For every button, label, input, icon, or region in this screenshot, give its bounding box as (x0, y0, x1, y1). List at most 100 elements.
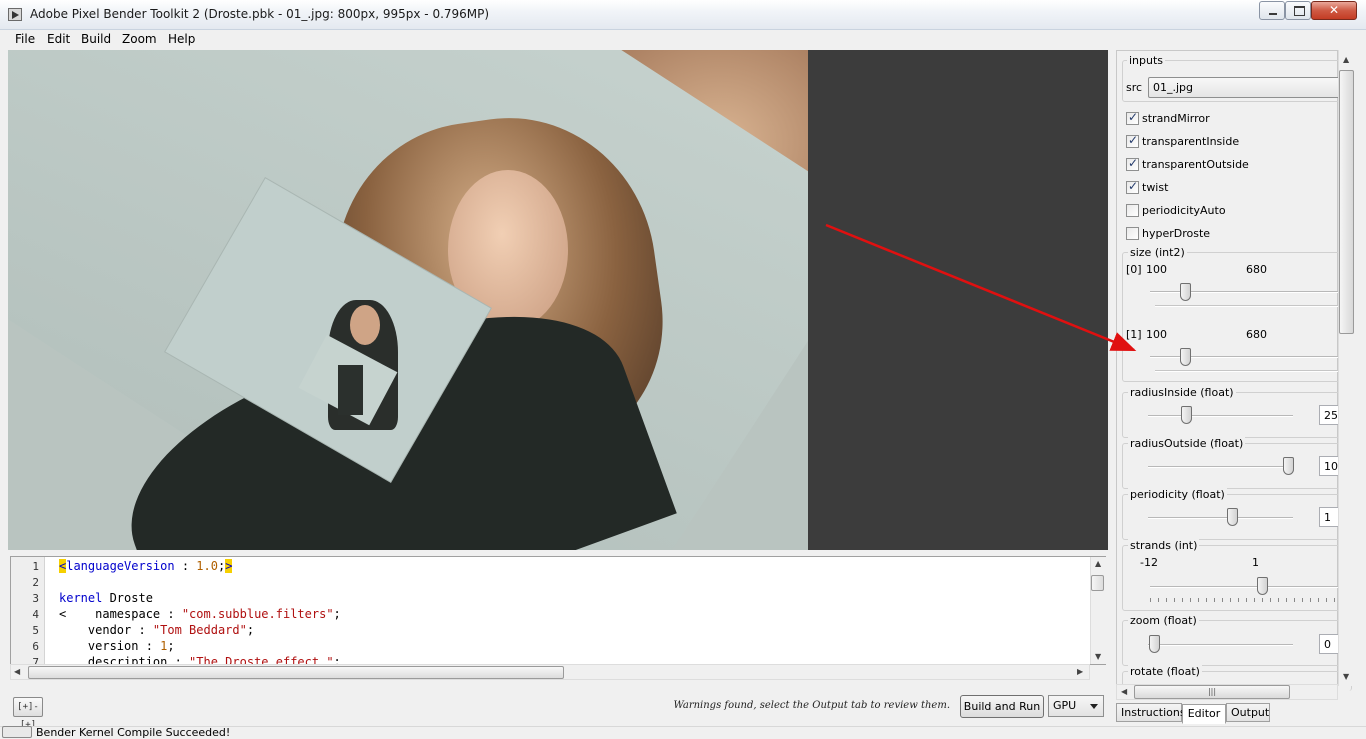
checkbox-periodicityAuto[interactable] (1126, 204, 1139, 217)
checkbox-twist[interactable] (1126, 179, 1139, 194)
strands-slider-track (1150, 586, 1350, 588)
scroll-down-icon[interactable]: ▼ (1343, 672, 1349, 681)
strands-slider-thumb[interactable] (1257, 577, 1268, 595)
src-label: src (1126, 81, 1143, 94)
editor-vertical-scrollbar[interactable]: ▲ ▼ (1090, 557, 1106, 664)
radiusInside-slider-thumb[interactable] (1181, 406, 1192, 424)
code-token: vendor : (59, 623, 153, 637)
close-button[interactable] (1311, 1, 1357, 20)
slider-groove (1155, 305, 1350, 307)
code-line[interactable]: <languageVersion : 1.0;> (59, 559, 233, 573)
droste-output-image (8, 50, 808, 550)
tab-output[interactable]: Output (1226, 703, 1270, 722)
checkbox-label: hyperDroste (1142, 227, 1211, 240)
build-and-run-button[interactable]: Build and Run (960, 695, 1044, 718)
line-number: 3 (32, 592, 39, 605)
image-viewer[interactable] (8, 50, 1108, 550)
editor-horizontal-scroll-thumb[interactable] (28, 666, 564, 679)
warning-message: Warnings found, select the Output tab to… (673, 700, 950, 711)
status-text: Bender Kernel Compile Succeeded! (36, 726, 231, 739)
editor-vertical-scroll-thumb[interactable] (1091, 575, 1104, 591)
menu-edit[interactable]: Edit (47, 32, 70, 46)
scroll-left-icon[interactable]: ◀ (1121, 687, 1127, 696)
line-number: 5 (32, 624, 39, 637)
checkbox-transparentInside[interactable] (1126, 133, 1139, 148)
checkbox-transparentOutside[interactable] (1126, 156, 1139, 171)
menu-zoom[interactable]: Zoom (122, 32, 157, 46)
checkbox-label: twist (1142, 181, 1169, 194)
radiusInside-label: radiusInside (float) (1128, 386, 1236, 399)
periodicity-slider-track (1148, 517, 1293, 519)
line-number-gutter: 1234567 (11, 557, 45, 664)
code-token: languageVersion (66, 559, 175, 573)
size-label: size (int2) (1128, 246, 1187, 259)
slider-thumb[interactable] (1180, 348, 1191, 366)
tab-instructions[interactable]: Instructions (1116, 703, 1186, 722)
menu-file[interactable]: File (15, 32, 35, 46)
strands-min: -12 (1140, 556, 1158, 569)
maximize-button[interactable] (1285, 1, 1311, 20)
code-token: "com.subblue.filters" (181, 607, 334, 621)
size-max: 680 (1246, 263, 1267, 276)
radiusInside-slider-track (1148, 415, 1293, 417)
code-token: 1.0 (196, 559, 218, 573)
checkbox-label: periodicityAuto (1142, 204, 1226, 217)
menu-bar: File Edit Build Zoom Help (0, 30, 1366, 50)
periodicity-slider-thumb[interactable] (1227, 508, 1238, 526)
scroll-up-icon[interactable]: ▲ (1343, 55, 1349, 64)
device-select[interactable]: GPU (1048, 695, 1104, 717)
radiusOutside-slider-track (1148, 466, 1293, 468)
panel-vertical-scroll-thumb[interactable] (1339, 70, 1354, 334)
code-token: "Tom Beddard" (152, 623, 247, 637)
window-title: Adobe Pixel Bender Toolkit 2 (Droste.pbk… (30, 7, 490, 21)
size-min: 100 (1146, 263, 1167, 276)
snippet-button[interactable]: [+]-[+] (13, 697, 43, 730)
title-bar[interactable]: Adobe Pixel Bender Toolkit 2 (Droste.pbk… (0, 0, 1366, 30)
status-icon (2, 726, 32, 738)
code-line[interactable]: version : 1; (59, 639, 175, 653)
app-window: Adobe Pixel Bender Toolkit 2 (Droste.pbk… (0, 0, 1366, 739)
zoom-slider-thumb[interactable] (1149, 635, 1160, 653)
line-number: 1 (32, 560, 39, 573)
slider-groove (1155, 370, 1350, 372)
radiusOutside-slider-thumb[interactable] (1283, 457, 1294, 475)
code-token: < namespace : (59, 607, 182, 621)
checkbox-strandMirror[interactable] (1126, 110, 1139, 125)
code-token: ; (246, 623, 255, 637)
panel-horizontal-scroll-thumb[interactable]: ||| (1134, 685, 1290, 699)
code-editor[interactable]: 1234567 <languageVersion : 1.0;> kernel D… (10, 556, 1106, 665)
tab-editor[interactable]: Editor (1182, 704, 1226, 724)
size-max: 680 (1246, 328, 1267, 341)
checkbox-label: transparentOutside (1142, 158, 1249, 171)
menu-build[interactable]: Build (81, 32, 111, 46)
app-icon (8, 8, 22, 21)
strands-mid: 1 (1252, 556, 1259, 569)
minimize-button[interactable] (1259, 1, 1285, 20)
menu-help[interactable]: Help (168, 32, 195, 46)
zoom-label: zoom (float) (1128, 614, 1199, 627)
strands-label: strands (int) (1128, 539, 1200, 552)
line-number: 2 (32, 576, 39, 589)
scroll-right-icon[interactable]: ▶ (1077, 667, 1083, 676)
zoom-slider-track (1148, 644, 1293, 646)
scroll-left-icon[interactable]: ◀ (14, 667, 20, 676)
checkbox-hyperDroste[interactable] (1126, 227, 1139, 240)
inputs-label: inputs (1127, 54, 1166, 67)
checkbox-label: transparentInside (1142, 135, 1240, 148)
size-index: [1] (1126, 328, 1142, 341)
code-token: kernel (59, 591, 103, 605)
rotate-label: rotate (float) (1128, 665, 1202, 678)
code-token: Droste (102, 591, 153, 605)
code-line[interactable]: < namespace : "com.subblue.filters"; (59, 607, 341, 621)
periodicity-label: periodicity (float) (1128, 488, 1227, 501)
scroll-down-icon[interactable]: ▼ (1095, 652, 1101, 661)
code-line[interactable]: vendor : "Tom Beddard"; (59, 623, 254, 637)
src-select[interactable]: 01_.jpg (1148, 77, 1348, 98)
code-line[interactable]: kernel Droste (59, 591, 153, 605)
checkbox-label: strandMirror (1142, 112, 1210, 125)
code-token: ; (333, 607, 341, 621)
line-number: 4 (32, 608, 39, 621)
slider-thumb[interactable] (1180, 283, 1191, 301)
line-number: 6 (32, 640, 39, 653)
scroll-up-icon[interactable]: ▲ (1095, 559, 1101, 568)
